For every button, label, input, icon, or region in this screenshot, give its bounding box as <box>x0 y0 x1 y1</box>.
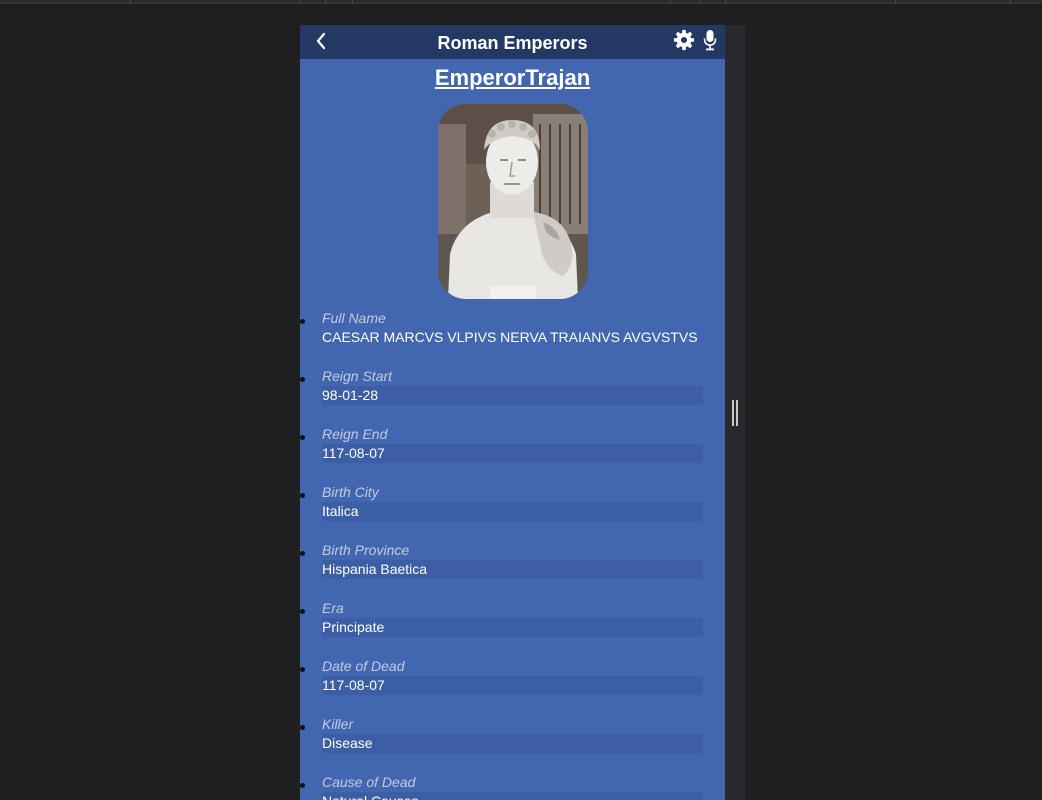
bullet <box>300 667 305 672</box>
field-label: Date of Dead <box>322 658 405 674</box>
field-reign-end: Reign End 117-08-07 <box>300 426 725 484</box>
bullet <box>300 377 305 382</box>
field-label: Killer <box>322 716 354 732</box>
bullet <box>300 551 305 556</box>
resize-handle[interactable] <box>732 400 738 426</box>
bullet <box>300 319 305 324</box>
app-header: Roman Emperors <box>300 25 725 59</box>
field-birth-province: Birth Province Hispania Baetica <box>300 542 725 600</box>
emperor-name-link[interactable]: EmperorTrajan <box>300 65 725 91</box>
window-top-strip <box>0 0 1042 4</box>
field-label: Birth City <box>322 484 379 500</box>
field-reign-start: Reign Start 98-01-28 <box>300 368 725 426</box>
microphone-icon[interactable] <box>703 29 717 51</box>
bullet <box>300 435 305 440</box>
page-title: Roman Emperors <box>437 33 588 53</box>
field-label: Birth Province <box>322 542 410 558</box>
field-cause-of-dead: Cause of Dead Natural Causes <box>300 774 725 800</box>
field-label: Cause of Dead <box>322 774 416 790</box>
bullet <box>300 783 305 788</box>
emperor-details-list: Full Name CAESAR MARCVS VLPIVS NERVA TRA… <box>300 310 725 800</box>
device-frame: Roman Emperors EmperorTrajan Full Name C… <box>300 25 745 800</box>
gear-icon[interactable] <box>673 29 695 51</box>
field-value: CAESAR MARCVS VLPIVS NERVA TRAIANVS AVGV… <box>322 329 698 345</box>
field-date-of-dead: Date of Dead 117-08-07 <box>300 658 725 716</box>
field-label: Reign Start <box>322 368 393 384</box>
field-value: Disease <box>322 734 703 753</box>
field-value: 98-01-28 <box>322 386 703 405</box>
field-label: Era <box>322 600 344 616</box>
field-value: Principate <box>322 618 703 637</box>
bullet <box>300 493 305 498</box>
field-value: 117-08-07 <box>322 444 703 463</box>
field-full-name: Full Name CAESAR MARCVS VLPIVS NERVA TRA… <box>300 310 725 368</box>
field-birth-city: Birth City Italica <box>300 484 725 542</box>
emperor-portrait <box>438 104 588 299</box>
field-era: Era Principate <box>300 600 725 658</box>
field-value: Hispania Baetica <box>322 560 703 579</box>
bullet <box>300 609 305 614</box>
app-screen: Roman Emperors EmperorTrajan Full Name C… <box>300 25 725 800</box>
field-label: Reign End <box>322 426 388 442</box>
bullet <box>300 725 305 730</box>
field-value: Natural Causes <box>322 792 703 800</box>
field-value: 117-08-07 <box>322 676 703 695</box>
field-killer: Killer Disease <box>300 716 725 774</box>
field-label: Full Name <box>322 310 386 326</box>
field-value: Italica <box>322 502 703 521</box>
